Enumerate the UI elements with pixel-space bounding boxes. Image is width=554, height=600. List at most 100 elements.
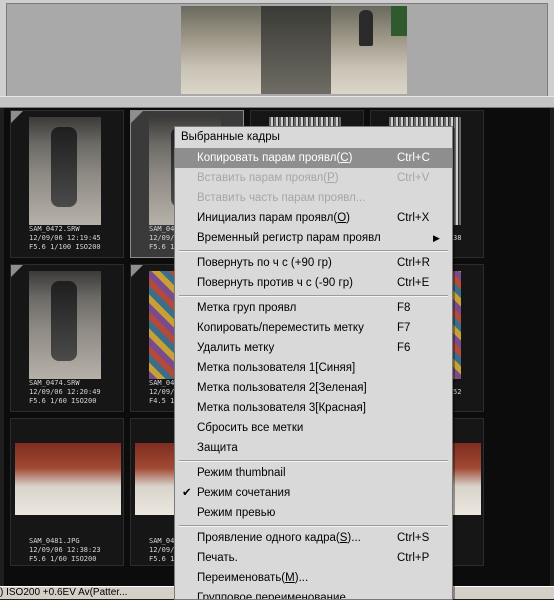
menu-item-copy-params[interactable]: Копировать парам проявл(C) Ctrl+C [175,148,452,168]
pane-splitter[interactable] [0,96,554,108]
menu-item-label: Инициализ парам проявл(O) [197,208,350,228]
menu-item-temp-register[interactable]: Временный регистр парам проявл ▶ [175,228,452,248]
status-text: ) ISO200 +0.6EV Av(Patter... [0,587,128,598]
thumbnail-date: 52 [453,388,462,396]
menu-item-reset-marks[interactable]: Сбросить все метки [175,418,452,438]
menu-shortcut: F6 [397,342,411,354]
thumbnail-image [15,443,121,515]
thumbnail-date: 38 [453,234,462,242]
menu-header: Выбранные кадры [175,127,452,147]
thumbnail-item[interactable]: SAM_0481.JPG 12/09/06 12:38:23 F5.6 1/60 I… [10,418,124,566]
label-tail: )... [347,532,361,544]
menu-item-print[interactable]: Печать. Ctrl+P [175,548,452,568]
menu-separator [179,460,448,462]
menu-item-label: Защита [197,442,238,454]
menu-item-thumbnail-mode[interactable]: Режим thumbnail [175,463,452,483]
menu-shortcut: F8 [397,302,411,314]
menu-shortcut: F7 [397,322,411,334]
menu-item-label: Метка пользователя 1[Синяя] [197,362,356,374]
mnemonic: O [337,212,347,224]
corner-marker-icon [11,265,23,277]
preview-frame [6,3,548,97]
thumbnail-item[interactable]: SAM_0474.SRW 12/09/06 12:20:49 F5.6 1/60 I… [10,264,124,412]
menu-shortcut: Ctrl+S [397,532,430,544]
menu-item-batch-rename[interactable]: Групповое переименование [175,588,452,600]
menu-item-label: Режим сочетания [197,487,291,499]
menu-item-label: Переименовать(M)... [197,568,308,588]
thumbnail-filename: SAM_0474.SRW [29,379,80,387]
check-icon: ✔ [182,487,192,499]
thumbnail-date: 12/09/06 12:38:23 [29,546,101,554]
submenu-arrow-icon: ▶ [433,233,440,243]
menu-item-user-mark-3[interactable]: Метка пользователя 3[Красная] [175,398,452,418]
thumbnail-exposure: F5.6 1/100 ISO200 [29,243,101,251]
menu-item-label: Повернуть по ч с (+90 гр) [197,257,332,269]
menu-item-user-mark-2[interactable]: Метка пользователя 2[Зеленая] [175,378,452,398]
menu-item-label: Печать. [197,552,238,564]
menu-item-label: Вставить часть парам проявл... [197,192,366,204]
thumbnail-filename: SAM_0481.JPG [29,537,80,545]
menu-item-init-params[interactable]: Инициализ парам проявл(O) Ctrl+X [175,208,452,228]
thumbnail-image [29,117,101,225]
menu-item-label: Удалить метку [197,342,275,354]
label-text: Вставить парам проявл( [197,172,328,184]
menu-item-label: Режим превью [197,507,276,519]
menu-shortcut: Ctrl+X [397,212,430,224]
thumbnail-date: 12/09/06 12:20:49 [29,388,101,396]
menu-item-user-mark-1[interactable]: Метка пользователя 1[Синяя] [175,358,452,378]
menu-item-protect[interactable]: Защита [175,438,452,458]
menu-separator [179,525,448,527]
mnemonic: P [327,172,335,184]
preview-image[interactable] [181,6,407,94]
thumbnail-image [29,271,101,379]
menu-item-label: Временный регистр парам проявл [197,232,381,244]
thumbnail-item[interactable]: SAM_0472.SRW 12/09/06 12:19:45 F5.6 1/100 … [10,110,124,258]
preview-image-detail [261,6,331,94]
menu-item-label: Сбросить все метки [197,422,304,434]
menu-item-develop-single[interactable]: Проявление одного кадра(S)... Ctrl+S [175,528,452,548]
context-menu: Выбранные кадры Копировать парам проявл(… [174,126,453,600]
label-tail: ) [346,212,350,224]
menu-item-label: Вставить парам проявл(P) [197,168,339,188]
label-text: Проявление одного кадра( [197,532,340,544]
label-tail: )... [294,572,309,584]
menu-item-label: Копировать/переместить метку [197,322,364,334]
label-text: Переименовать( [197,572,286,584]
thumbnail-meta: SAM_0474.SRW 12/09/06 12:20:49 F5.6 1/60 I… [29,379,101,406]
corner-marker-icon [11,111,23,123]
menu-item-label: Копировать парам проявл(C) [197,148,352,168]
menu-item-delete-mark[interactable]: Удалить метку F6 [175,338,452,358]
menu-item-label: Проявление одного кадра(S)... [197,528,361,548]
label-tail: ) [348,152,353,164]
thumbnail-meta: SAM_0472.SRW 12/09/06 12:19:45 F5.6 1/100 … [29,225,101,252]
menu-item-label: Метка пользователя 3[Красная] [197,402,366,414]
menu-item-label: Метка пользователя 2[Зеленая] [197,382,367,394]
preview-image-detail [391,6,407,36]
menu-item-combined-mode[interactable]: ✔ Режим сочетания [175,483,452,503]
menu-item-paste-partial[interactable]: Вставить часть парам проявл... [175,188,452,208]
preview-image-detail [359,10,373,46]
thumbnail-exposure: F5.6 1/60 ISO200 [29,555,97,563]
label-text: Копировать парам проявл( [197,152,341,164]
menu-item-rename[interactable]: Переименовать(M)... [175,568,452,588]
menu-item-label: Повернуть против ч с (-90 гр) [197,277,353,289]
thumbnail-meta: 38 [453,225,461,243]
menu-shortcut: Ctrl+C [397,152,430,164]
menu-separator [179,250,448,252]
menu-item-group-mark[interactable]: Метка груп проявл F8 [175,298,452,318]
menu-item-label: Режим thumbnail [197,467,286,479]
corner-marker-icon [131,265,143,277]
menu-item-preview-mode[interactable]: Режим превью [175,503,452,523]
thumbnail-meta: 52 [453,379,461,397]
corner-marker-icon [131,111,143,123]
preview-pane [0,0,554,105]
mnemonic: M [285,572,295,584]
menu-item-rotate-ccw[interactable]: Повернуть против ч с (-90 гр) Ctrl+E [175,273,452,293]
menu-item-rotate-cw[interactable]: Повернуть по ч с (+90 гр) Ctrl+R [175,253,452,273]
menu-shortcut: Ctrl+V [397,172,430,184]
menu-item-paste-params[interactable]: Вставить парам проявл(P) Ctrl+V [175,168,452,188]
thumbnail-exposure: F5.6 1/60 ISO200 [29,397,97,405]
menu-item-label: Групповое переименование [197,592,346,600]
menu-item-copy-move-mark[interactable]: Копировать/переместить метку F7 [175,318,452,338]
mnemonic: C [340,152,349,164]
